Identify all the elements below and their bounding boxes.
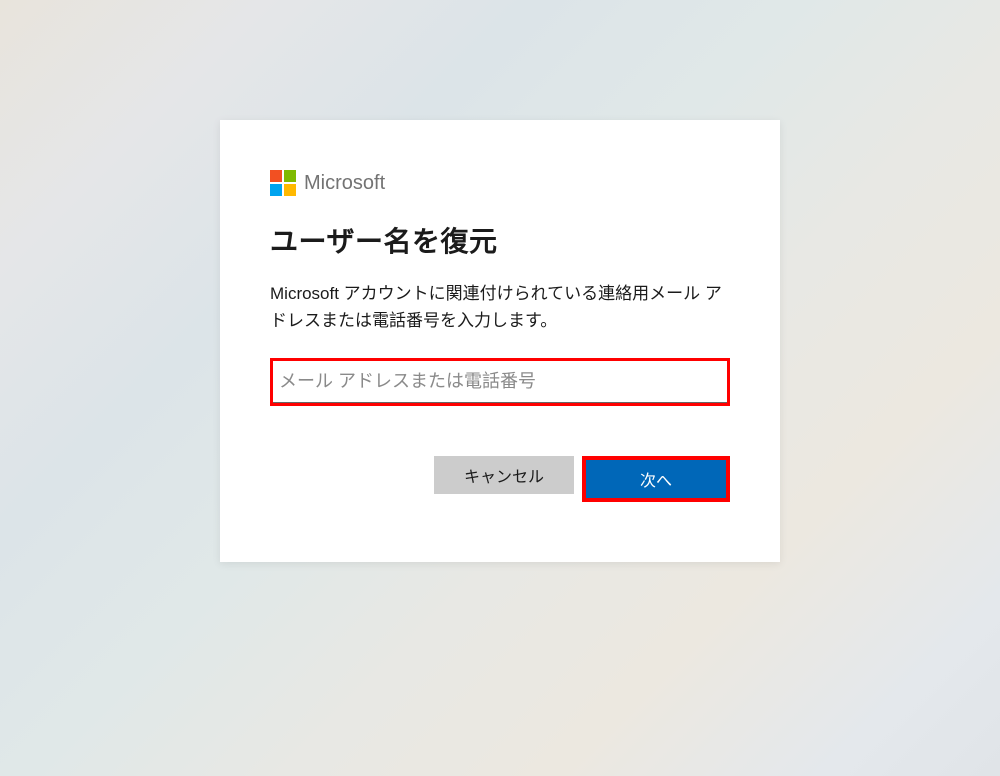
button-row: キャンセル 次へ [270,456,730,502]
microsoft-logo-icon [270,170,296,196]
dialog-title: ユーザー名を復元 [270,220,730,260]
dialog-description: Microsoft アカウントに関連付けられている連絡用メール アドレスまたは電… [270,280,730,334]
input-highlight-box [270,358,730,406]
recover-username-dialog: Microsoft ユーザー名を復元 Microsoft アカウントに関連付けら… [220,120,780,562]
brand-name: Microsoft [304,172,385,195]
brand-row: Microsoft [270,170,730,196]
next-button[interactable]: 次へ [586,460,726,498]
contact-input[interactable] [273,361,727,403]
cancel-button[interactable]: キャンセル [434,456,574,494]
next-button-highlight-box: 次へ [582,456,730,502]
